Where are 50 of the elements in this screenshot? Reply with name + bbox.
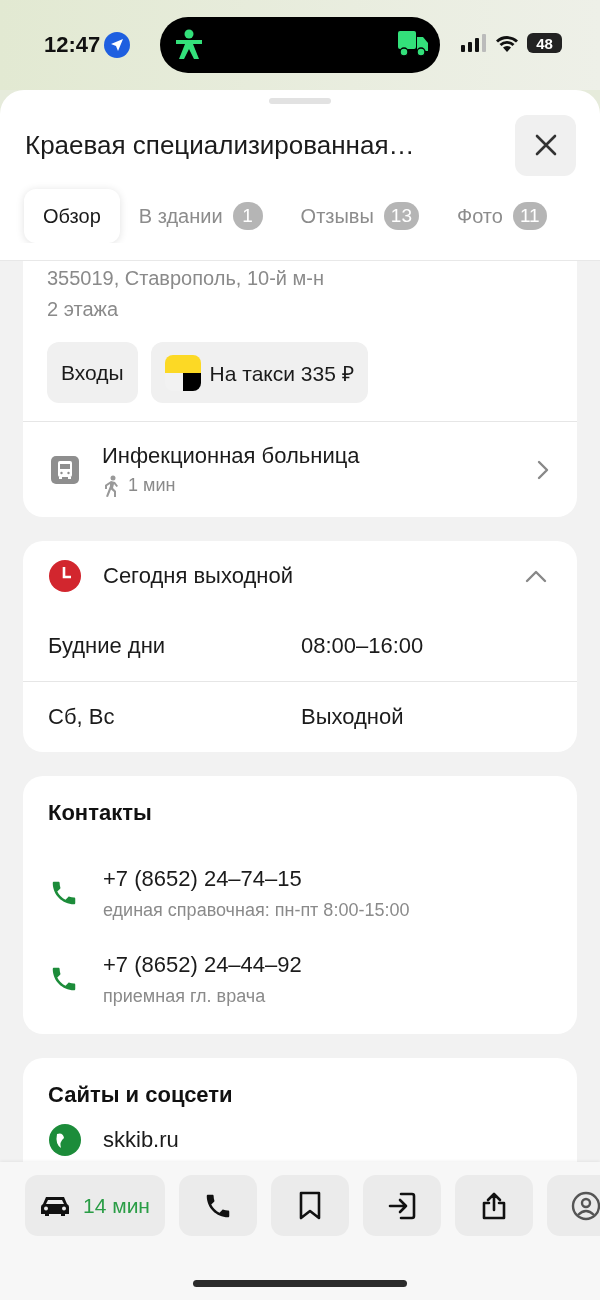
signal-icon: [461, 34, 487, 52]
clock-icon: [49, 560, 81, 592]
wifi-icon: [495, 34, 519, 52]
phone-number: +7 (8652) 24–74–15: [103, 865, 303, 892]
share-button[interactable]: [454, 1175, 533, 1236]
section-title: Контакты: [47, 800, 153, 827]
status-time: 12:47: [44, 32, 101, 58]
car-icon: [40, 1194, 70, 1217]
walking-icon: [102, 474, 120, 497]
profile-icon: [570, 1190, 600, 1221]
enter-button[interactable]: [362, 1175, 441, 1236]
phone-note: приемная гл. врача: [103, 985, 267, 1007]
place-title: Краевая специализированная…: [25, 129, 416, 161]
close-button[interactable]: [515, 114, 576, 176]
truck-icon: [398, 31, 428, 57]
taxi-button[interactable]: На такси 335 ₽: [150, 342, 368, 403]
days-label: Сб, Вс: [48, 704, 116, 730]
hours-value: 08:00–16:00: [301, 633, 425, 659]
hours-status: Сегодня выходной: [103, 563, 294, 589]
phone-row[interactable]: +7 (8652) 24–74–15 единая справочная: пн-пт 8:00-15:00: [23, 850, 577, 936]
count-badge: 11: [512, 202, 547, 230]
section-title: Сайты и соцсети: [47, 1082, 234, 1109]
close-icon: [534, 134, 557, 156]
enter-icon: [386, 1190, 417, 1221]
person-icon: [174, 29, 204, 61]
phone-note: единая справочная: пн-пт 8:00-15:00: [103, 899, 410, 921]
phone-row[interactable]: +7 (8652) 24–44–92 приемная гл. врача: [23, 936, 577, 1022]
drag-handle[interactable]: [269, 98, 331, 104]
count-badge: 1: [232, 202, 263, 230]
entrances-button[interactable]: Входы: [47, 342, 138, 403]
phone-number: +7 (8652) 24–44–92: [103, 951, 302, 978]
bus-icon: [51, 455, 79, 484]
website-link[interactable]: skkib.ru: [103, 1127, 179, 1153]
count-badge: 13: [383, 202, 419, 230]
hours-value: Выходной: [301, 704, 405, 730]
walk-time: 1 мин: [128, 475, 176, 496]
chevron-right-icon: [537, 459, 549, 480]
taxi-icon: [164, 354, 201, 391]
tab[interactable]: Обзор: [24, 189, 120, 243]
days-label: Будние дни: [48, 633, 167, 659]
floors-text: 2 этажа: [46, 297, 119, 322]
bookmark-button[interactable]: [270, 1175, 349, 1236]
globe-icon: [49, 1124, 81, 1156]
hours-header[interactable]: Сегодня выходной: [23, 541, 577, 611]
bookmark-icon: [297, 1190, 322, 1221]
call-button[interactable]: [178, 1175, 257, 1236]
address-text: 355019, Ставрополь, 10-й м-н: [46, 266, 326, 291]
transit-row[interactable]: Инфекционная больница 1 мин: [23, 421, 577, 517]
battery-level: 48: [527, 33, 562, 53]
stop-name: Инфекционная больница: [102, 442, 361, 469]
